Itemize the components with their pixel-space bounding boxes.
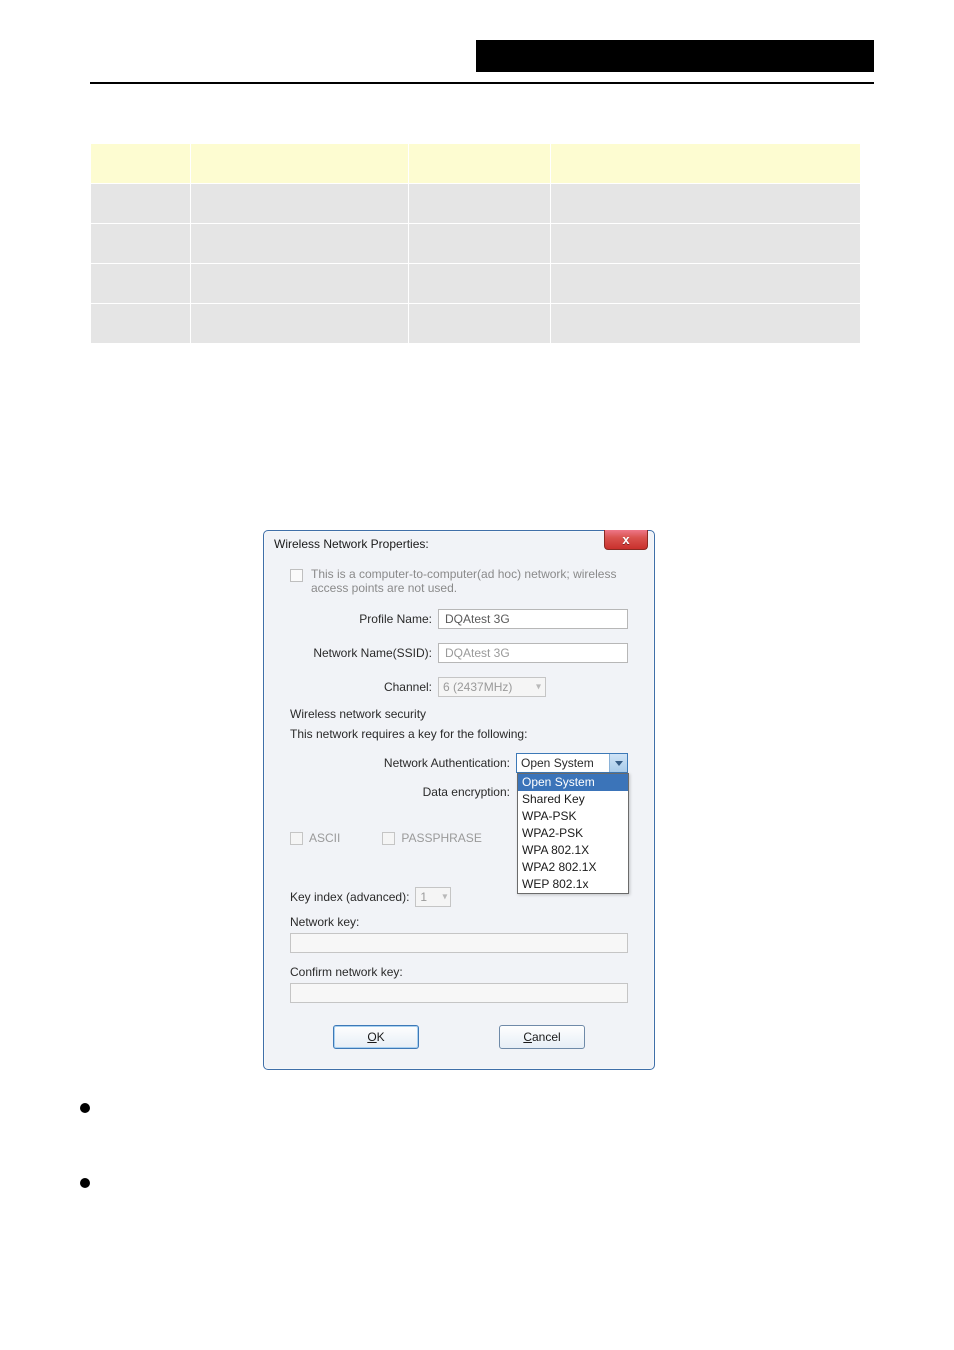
networkkey-input[interactable] [290,933,628,953]
channel-label: Channel: [290,680,438,694]
profile-name-input[interactable]: DQAtest 3G [438,609,628,629]
network-authentication-value: Open System [521,756,594,770]
close-icon: x [622,532,629,547]
ascii-checkbox[interactable] [290,832,303,845]
header-underline [90,82,874,84]
passphrase-label: PASSPHRASE [401,831,481,845]
channel-value: 6 (2437MHz) [443,680,512,694]
dropdown-option[interactable]: Shared Key [518,791,628,808]
adhoc-checkbox[interactable] [290,569,303,582]
table-cell [409,304,551,344]
table-cell [91,264,191,304]
table-cell [551,264,861,304]
ascii-label: ASCII [309,831,340,845]
table-header-cell [409,144,551,184]
confirm-networkkey-label: Confirm network key: [290,965,628,979]
data-encryption-label: Data encryption: [423,785,516,799]
keyindex-select[interactable]: 1 ▾ [415,887,451,907]
table-row [91,264,861,304]
dropdown-option[interactable]: WPA2 802.1X [518,859,628,876]
security-heading: Wireless network security [290,707,628,721]
cancel-button[interactable]: Cancel [499,1025,585,1049]
table-cell [191,304,409,344]
table-cell [551,304,861,344]
table-cell [409,264,551,304]
dropdown-option[interactable]: WPA-PSK [518,808,628,825]
close-button[interactable]: x [604,530,648,550]
table-cell [91,184,191,224]
channel-select[interactable]: 6 (2437MHz) ▾ [438,677,546,697]
chevron-down-icon: ▾ [536,682,541,693]
dropdown-option[interactable]: WEP 802.1x [518,876,628,893]
network-authentication-select[interactable]: Open System Open System Shared Key WPA-P… [516,753,628,773]
cancel-mnemonic: C [523,1030,532,1044]
table-row [91,224,861,264]
table-header-cell [91,144,191,184]
ok-button[interactable]: OK [333,1025,419,1049]
ssid-input[interactable]: DQAtest 3G [438,643,628,663]
table-cell [551,184,861,224]
dialog-titlebar: Wireless Network Properties: x [264,531,654,559]
ssid-label: Network Name(SSID): [290,646,438,660]
chevron-down-icon: ▾ [442,892,447,903]
dropdown-option[interactable]: WPA2-PSK [518,825,628,842]
profile-name-label: Profile Name: [290,612,438,626]
ok-mnemonic: O [367,1030,376,1044]
dropdown-option[interactable]: WPA 802.1X [518,842,628,859]
confirm-networkkey-input[interactable] [290,983,628,1003]
table-cell [191,264,409,304]
network-authentication-label: Network Authentication: [384,756,516,770]
bullet-icon [80,1103,90,1113]
table-cell [409,184,551,224]
table-cell [91,304,191,344]
chevron-down-icon [609,754,627,772]
adhoc-label: This is a computer-to-computer(ad hoc) n… [311,567,628,595]
dropdown-option[interactable]: Open System [518,774,628,791]
keyindex-label: Key index (advanced): [290,890,409,904]
wireless-network-properties-dialog: Wireless Network Properties: x This is a… [263,530,655,1070]
bullet-icon [80,1178,90,1188]
data-table [90,143,861,344]
table-header-cell [551,144,861,184]
dialog-title: Wireless Network Properties: [274,537,429,551]
table-cell [91,224,191,264]
table-header-cell [191,144,409,184]
passphrase-checkbox[interactable] [382,832,395,845]
table-row [91,304,861,344]
network-authentication-dropdown-list: Open System Shared Key WPA-PSK WPA2-PSK … [517,773,629,894]
page-header [90,40,874,84]
table-cell [191,224,409,264]
table-cell [551,224,861,264]
header-black-bar [476,40,874,72]
table-cell [409,224,551,264]
table-header-row [91,144,861,184]
keyindex-value: 1 [420,890,427,904]
table-row [91,184,861,224]
table-cell [191,184,409,224]
security-subtext: This network requires a key for the foll… [290,727,628,741]
networkkey-label: Network key: [290,915,628,929]
